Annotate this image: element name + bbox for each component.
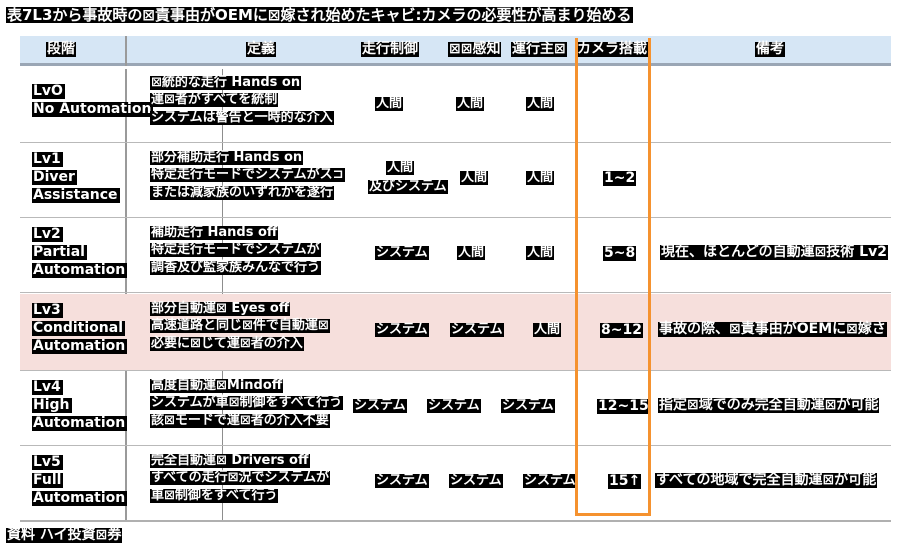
cell-remarks: 現在、ほとんどの自動運⊠技術 Lv2: [660, 244, 888, 261]
column-header-control: 走行制御: [361, 41, 419, 58]
column-header-stage: 段階: [46, 41, 76, 58]
cell-definition: ⊠統的な走行 Hands on 運⊠者がすべてを統制 システムは警告と一時的な介…: [150, 75, 334, 125]
row-divider: [20, 292, 891, 293]
table-row: Lv1 Diver Assistance 部分補助走行 Hands on 特定走…: [20, 144, 891, 217]
cell-definition: 完全自動運⊠ Drivers off すべての走行⊠況でシステムが 車⊠制御をす…: [150, 453, 331, 503]
cell-sensing: 人間: [457, 245, 486, 261]
cell-driving-control: システム: [375, 322, 429, 338]
cell-operator: システム: [501, 398, 555, 414]
slide-title: 表7L3から事故時の⊠責事由がOEMに⊠嫁され始めたキャビ:カメラの必要性が高ま…: [6, 4, 633, 26]
cell-driving-control: 人間: [460, 170, 489, 186]
row-divider: [20, 217, 891, 218]
cell-stage: LvO No Automation: [32, 83, 154, 118]
row-divider: [20, 445, 891, 446]
cell-operator: 人間: [526, 96, 555, 112]
cell-camera-count: 8~12: [600, 322, 643, 339]
row-divider: [20, 142, 891, 143]
table-row-highlighted: Lv3 Conditional Automation 部分自動運⊠ Eyes o…: [20, 294, 891, 370]
cell-stage: Lv5 Full Automation: [32, 454, 128, 507]
source-note: 資料 ハイ投資⊠券: [6, 527, 123, 544]
table-header-row: 段階 定義 走行制御 ⊠⊠感知 運行主⊠ カメラ搭載 備考: [20, 36, 891, 66]
column-header-operator: 運行主⊠: [511, 41, 567, 58]
cell-stage: Lv1 Diver Assistance: [32, 151, 120, 204]
cell-remarks: 事故の際、⊠責事由がOEMに⊠嫁さ: [658, 321, 887, 338]
cell-camera-count: 12~15: [597, 398, 650, 415]
cell-operator: システム: [523, 473, 577, 489]
cell-control-overlap-line2: 及びシステム: [368, 179, 448, 195]
column-header-camera: カメラ搭載: [576, 41, 648, 58]
cell-sensing: システム: [450, 322, 504, 338]
cell-control-overlap-line1: 人間: [386, 160, 415, 176]
cell-stage: Lv4 High Automation: [32, 379, 128, 432]
cell-definition: 高度自動運⊠Mindoff システムが車⊠制御をすべて行う 該⊠モードで運⊠者の…: [150, 378, 344, 428]
cell-driving-control: システム: [353, 398, 407, 414]
cell-stage: Lv3 Conditional Automation: [32, 302, 128, 355]
cell-camera-count: 5~8: [603, 245, 637, 262]
row-divider: [20, 370, 891, 371]
table-row: Lv4 High Automation 高度自動運⊠Mindoff システムが車…: [20, 372, 891, 445]
table-bottom-rule: [20, 520, 891, 522]
cell-sensing: システム: [449, 473, 503, 489]
slide-root: 表7L3から事故時の⊠責事由がOEMに⊠嫁され始めたキャビ:カメラの必要性が高ま…: [0, 0, 900, 551]
camera-column-highlight-tick-right: [648, 38, 651, 50]
cell-definition: 補助走行 Hands off 特定走行モードでシステムが 調香及び監家族みんなで…: [150, 225, 322, 275]
cell-driving-control: 人間: [375, 96, 404, 112]
cell-driving-control: システム: [375, 245, 429, 261]
page-title: 表7L3から事故時の⊠責事由がOEMに⊠嫁され始めたキャビ:カメラの必要性が高ま…: [6, 5, 633, 24]
column-header-definition: 定義: [246, 41, 276, 58]
cell-operator: 人間: [526, 245, 555, 261]
cell-definition: 部分自動運⊠ Eyes off 高速道路と同じ⊠件で自動運⊠ 必要に⊠じて運⊠者…: [150, 301, 330, 351]
column-header-remarks: 備考: [755, 41, 785, 58]
cell-driving-control: システム: [375, 473, 429, 489]
table-row: Lv5 Full Automation 完全自動運⊠ Drivers off す…: [20, 447, 891, 520]
table-row: LvO No Automation ⊠統的な走行 Hands on 運⊠者がすべ…: [20, 69, 891, 142]
cell-camera-count: 1~2: [603, 170, 637, 187]
vsep-header-stage: [125, 36, 127, 66]
cell-sensing: 人間: [456, 96, 485, 112]
cell-stage: Lv2 Partial Automation: [32, 226, 128, 279]
cell-camera-count: 15↑: [608, 473, 642, 490]
autonomy-level-table: 段階 定義 走行制御 ⊠⊠感知 運行主⊠ カメラ搭載 備考 LvO No Aut…: [20, 36, 892, 522]
cell-sensing: システム: [427, 398, 481, 414]
cell-definition: 部分補助走行 Hands on 特定走行モードでシステムがス⊐ または減家族のい…: [150, 150, 345, 200]
table-row: Lv2 Partial Automation 補助走行 Hands off 特定…: [20, 219, 891, 292]
cell-remarks: すべての地域で完全自動運⊠が可能: [655, 472, 878, 489]
cell-remarks: 指定⊠域でのみ完全自動運⊠が可能: [658, 397, 880, 414]
column-header-sensing: ⊠⊠感知: [448, 41, 502, 58]
camera-column-highlight-tick-left: [575, 38, 578, 50]
cell-operator: 人間: [533, 322, 562, 338]
cell-sensing: 人間: [526, 170, 555, 186]
